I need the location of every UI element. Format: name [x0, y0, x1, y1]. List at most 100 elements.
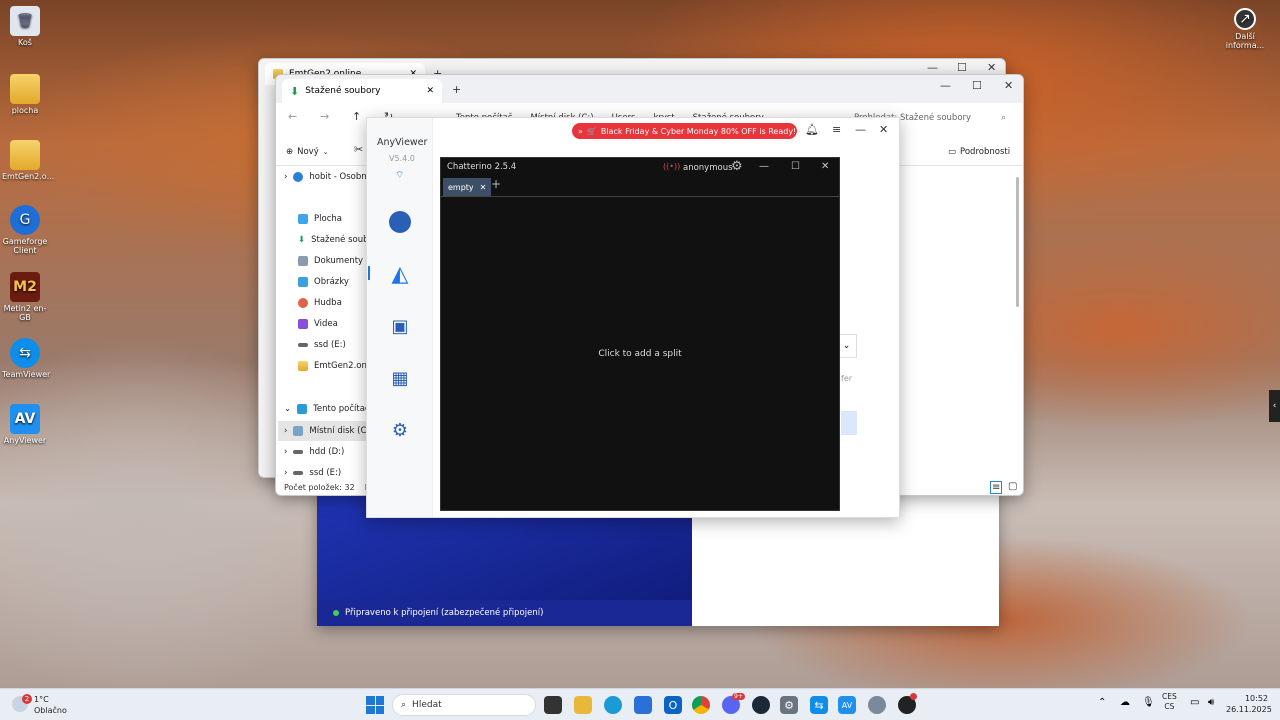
- weather-widget[interactable]: 2 1°C Oblačno: [10, 692, 70, 718]
- settings-icon[interactable]: ⚙: [780, 696, 798, 714]
- status-bar: Počet položek: 32 Po: [284, 483, 374, 492]
- anyviewer-title: AnyViewer: [377, 137, 428, 148]
- desktop-icon-metin2[interactable]: M2 Metin2 en-GB: [2, 272, 48, 322]
- outlook-icon[interactable]: O: [664, 696, 682, 714]
- minimize-icon[interactable]: —: [759, 161, 769, 172]
- remote-control-icon[interactable]: ◭: [388, 262, 412, 287]
- promo-banner[interactable]: » 🛒 Black Friday & Cyber Monday 80% OFF …: [572, 123, 797, 139]
- connect-button-edge[interactable]: [841, 411, 857, 435]
- scrollbar[interactable]: [1016, 177, 1019, 307]
- nav-item-ssd-e[interactable]: › ssd (E:): [284, 463, 341, 483]
- bell-icon[interactable]: 🔔︎: [805, 123, 819, 136]
- nav-label: Videa: [314, 319, 338, 329]
- tab-downloads[interactable]: ⬇ Stažené soubory ✕: [282, 79, 442, 103]
- details-view-icon[interactable]: ≡: [990, 481, 1003, 494]
- maximize-icon[interactable]: ☐: [957, 61, 967, 74]
- nav-label: Obrázky: [314, 277, 349, 287]
- details-button[interactable]: ▭ Podrobnosti: [948, 143, 1010, 161]
- settings-gear-icon[interactable]: ⚙: [388, 418, 412, 442]
- language-indicator[interactable]: CES CS: [1162, 692, 1177, 712]
- chevron-up-icon[interactable]: ⌃: [1098, 697, 1106, 708]
- add-split-area[interactable]: Click to add a split: [441, 197, 839, 510]
- app-icon[interactable]: [868, 696, 886, 714]
- anyviewer-icon[interactable]: AV: [838, 696, 856, 714]
- nav-item-pictures[interactable]: Obrázky: [298, 272, 349, 292]
- desktop-icon-gameforge[interactable]: G Gameforge Client: [2, 205, 48, 255]
- nav-item-hdd[interactable]: › hdd (D:): [284, 442, 344, 462]
- settings-gear-icon[interactable]: ⚙: [731, 159, 743, 174]
- close-icon[interactable]: ✕: [426, 86, 434, 96]
- desktop-icon-anyviewer[interactable]: AV AnyViewer: [2, 404, 48, 445]
- maximize-icon[interactable]: ☐: [972, 79, 982, 92]
- nav-label: Místní disk (C:: [309, 426, 370, 436]
- task-view-icon[interactable]: [544, 696, 562, 714]
- up-icon[interactable]: ↑: [352, 110, 361, 123]
- chevron-right-icon: ›: [284, 468, 288, 478]
- lang-bottom: CS: [1164, 702, 1175, 711]
- chevron-down-icon: ⌄: [284, 404, 292, 414]
- tab-empty[interactable]: empty ✕: [443, 178, 492, 196]
- close-icon[interactable]: ✕: [987, 61, 996, 74]
- nav-item-ssd[interactable]: ssd (E:): [298, 335, 346, 355]
- add-tab-icon[interactable]: +: [491, 177, 501, 191]
- date: 26.11.2025: [1226, 705, 1272, 714]
- nav-item-onedrive[interactable]: › hobit - Osobní: [284, 167, 369, 187]
- volume-icon[interactable]: 🔊︎: [1208, 697, 1214, 708]
- computer-icon: [297, 404, 308, 414]
- display-icon[interactable]: ▭: [1190, 697, 1199, 708]
- close-icon[interactable]: ✕: [821, 161, 829, 172]
- start-icon[interactable]: [366, 696, 384, 714]
- clock[interactable]: 10:52 26.11.2025: [1226, 693, 1272, 715]
- teamviewer-icon[interactable]: ⇆: [810, 696, 828, 714]
- forward-icon[interactable]: →: [320, 110, 329, 123]
- details-label: Podrobnosti: [960, 147, 1011, 157]
- desktop-icon-label: EmtGen2.o...: [2, 172, 55, 181]
- close-icon[interactable]: ✕: [480, 183, 487, 192]
- minimize-icon[interactable]: —: [855, 123, 866, 136]
- nav-item-this-pc[interactable]: ⌄ Tento počítač: [284, 399, 370, 419]
- tiles-view-icon[interactable]: ▢: [1008, 481, 1017, 492]
- nav-label: Tento počítač: [313, 404, 370, 414]
- username[interactable]: anonymous: [683, 163, 733, 173]
- plus-circle-icon: ⊕: [286, 147, 294, 157]
- taskbar-search[interactable]: ⌕ Hledat: [392, 694, 536, 716]
- account-icon[interactable]: [388, 210, 412, 234]
- network-icon[interactable]: ☁: [1120, 697, 1130, 708]
- dropdown-edge[interactable]: ⌄: [837, 334, 857, 358]
- minimize-icon[interactable]: —: [940, 79, 951, 92]
- edge-icon[interactable]: [604, 696, 622, 714]
- nav-item-documents[interactable]: Dokumenty: [298, 251, 363, 271]
- menu-icon[interactable]: ≡: [832, 123, 841, 136]
- online-dot-icon: [333, 610, 339, 616]
- nav-item-desktop[interactable]: Plocha: [298, 209, 342, 229]
- steam-icon[interactable]: [752, 696, 770, 714]
- store-icon[interactable]: [634, 696, 652, 714]
- nav-item-music[interactable]: Hudba: [298, 293, 342, 313]
- side-panel-handle[interactable]: ‹: [1269, 390, 1280, 422]
- close-icon[interactable]: ✕: [1004, 79, 1013, 92]
- chrome-icon[interactable]: [692, 696, 710, 714]
- back-icon[interactable]: ←: [288, 110, 297, 123]
- microphone-icon[interactable]: 🎙︎: [1142, 697, 1155, 708]
- minimize-icon[interactable]: —: [927, 61, 938, 74]
- drive-icon: [293, 426, 304, 436]
- desktop-icon-recycle-bin[interactable]: 🗑 Koš: [2, 6, 48, 47]
- desktop-icon-plocha[interactable]: plocha: [2, 74, 48, 115]
- new-button[interactable]: ⊕ Nový ⌄: [286, 143, 329, 161]
- desktop-icon-teamviewer[interactable]: ⇆ TeamViewer: [2, 338, 50, 379]
- devices-icon[interactable]: ▣: [388, 314, 412, 338]
- recycle-bin-icon: 🗑: [10, 6, 40, 36]
- tools-icon[interactable]: ▦: [388, 366, 412, 390]
- nav-item-videos[interactable]: Videa: [298, 314, 338, 334]
- close-icon[interactable]: ✕: [879, 123, 888, 136]
- maximize-icon[interactable]: ☐: [791, 161, 800, 172]
- file-explorer-icon[interactable]: [574, 696, 592, 714]
- new-tab-icon[interactable]: +: [452, 83, 461, 96]
- desktop-icon-emtgen2[interactable]: EmtGen2.o...: [2, 140, 54, 181]
- gameforge-icon: G: [10, 205, 40, 235]
- desktop-icon-more-info[interactable]: ↗ Další informa...: [1222, 8, 1268, 50]
- nav-item-local-disk[interactable]: › Místní disk (C:: [278, 421, 374, 441]
- cut-icon[interactable]: ✂: [354, 143, 363, 156]
- nav-item-downloads[interactable]: ⬇ Stažené soub: [298, 230, 368, 250]
- cloud-icon: [293, 172, 304, 182]
